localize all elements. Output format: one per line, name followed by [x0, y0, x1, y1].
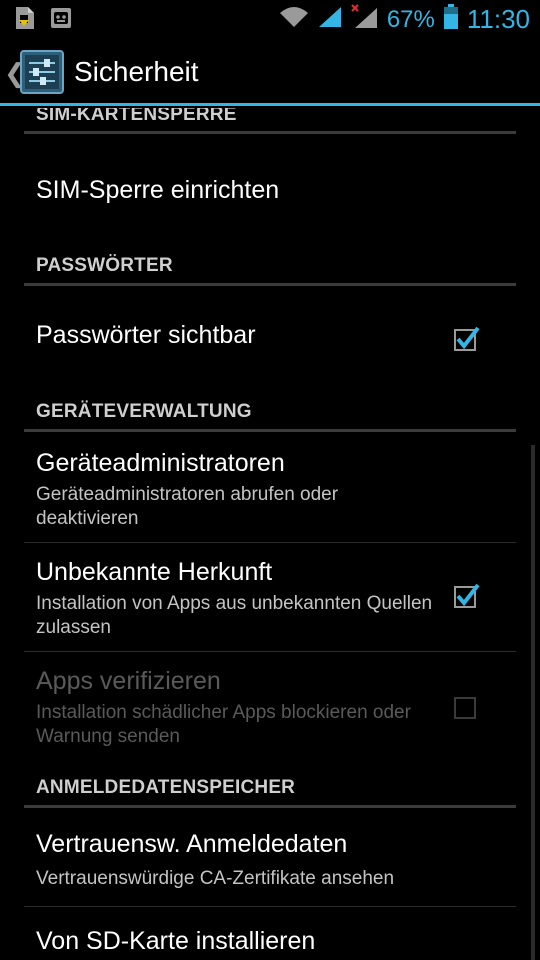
checkbox-checked-icon[interactable]: [454, 325, 480, 351]
item-title: Unbekannte Herkunft: [36, 558, 273, 586]
section-header-device-admin: GERÄTEVERWALTUNG: [24, 399, 516, 435]
list-item-verify-apps: Apps verifizieren Installation schädlich…: [24, 652, 516, 760]
item-summary: Geräteadministratoren abrufen oder deakt…: [36, 484, 339, 529]
settings-list[interactable]: SIM-KARTENSPERRE SIM-Sperre einrichten P…: [0, 108, 540, 960]
battery-icon: [443, 4, 459, 35]
scrollbar[interactable]: [531, 445, 535, 960]
item-title: Vertrauensw. Anmeldedaten: [36, 830, 348, 858]
section-header-label: PASSWÖRTER: [36, 255, 173, 276]
checkbox-checked-icon[interactable]: [454, 582, 480, 608]
item-title: Apps verifizieren: [36, 667, 221, 695]
section-divider: [24, 805, 516, 808]
item-title: Passwörter sichtbar: [36, 321, 256, 349]
status-bar: 67% 11:30: [0, 0, 540, 38]
item-title: Geräteadministratoren: [36, 449, 285, 477]
item-summary: Vertrauenswürdige CA-Zertifikate ansehen: [36, 868, 395, 889]
android-robot-icon: [50, 6, 72, 35]
section-header-label: ANMELDEDATENSPEICHER: [36, 777, 296, 798]
settings-icon[interactable]: [20, 50, 64, 94]
clock: 11:30: [466, 4, 530, 34]
list-item-sim-lock[interactable]: SIM-Sperre einrichten: [24, 143, 516, 253]
section-header-credentials: ANMELDEDATENSPEICHER: [24, 775, 516, 811]
section-header-passwords: PASSWÖRTER: [24, 253, 516, 289]
wifi-icon: [279, 5, 309, 34]
item-title: Von SD-Karte installieren: [36, 927, 316, 955]
battery-percent: 67%: [386, 5, 435, 33]
list-item-passwords-visible[interactable]: Passwörter sichtbar: [24, 288, 516, 398]
item-summary: Installation schädlicher Apps blockieren…: [36, 702, 411, 747]
page-title: Sicherheit: [74, 56, 199, 87]
item-summary: Installation von Apps aus unbekannten Qu…: [36, 593, 433, 638]
section-divider: [24, 131, 516, 134]
section-header-label: SIM-KARTENSPERRE: [36, 108, 237, 125]
list-item-unknown-sources[interactable]: Unbekannte Herkunft Installation von App…: [24, 543, 516, 651]
action-bar: ❮ Sicherheit: [0, 38, 540, 106]
list-item-device-admins[interactable]: Geräteadministratoren Geräteadministrato…: [24, 434, 516, 542]
checkbox-unchecked-icon: [454, 693, 476, 719]
action-bar-divider: [0, 103, 540, 106]
signal-no-data-icon: [351, 4, 379, 35]
section-divider: [24, 429, 516, 432]
item-title: SIM-Sperre einrichten: [36, 176, 280, 204]
section-divider: [24, 283, 516, 286]
section-header-sim: SIM-KARTENSPERRE: [24, 108, 516, 142]
download-notification-icon: [14, 6, 36, 35]
signal-icon: [317, 5, 343, 34]
section-header-label: GERÄTEVERWALTUNG: [36, 401, 252, 422]
list-item-install-from-sd[interactable]: Von SD-Karte installieren: [24, 907, 516, 960]
list-item-trusted-credentials[interactable]: Vertrauensw. Anmeldedaten Vertrauenswürd…: [24, 810, 516, 906]
